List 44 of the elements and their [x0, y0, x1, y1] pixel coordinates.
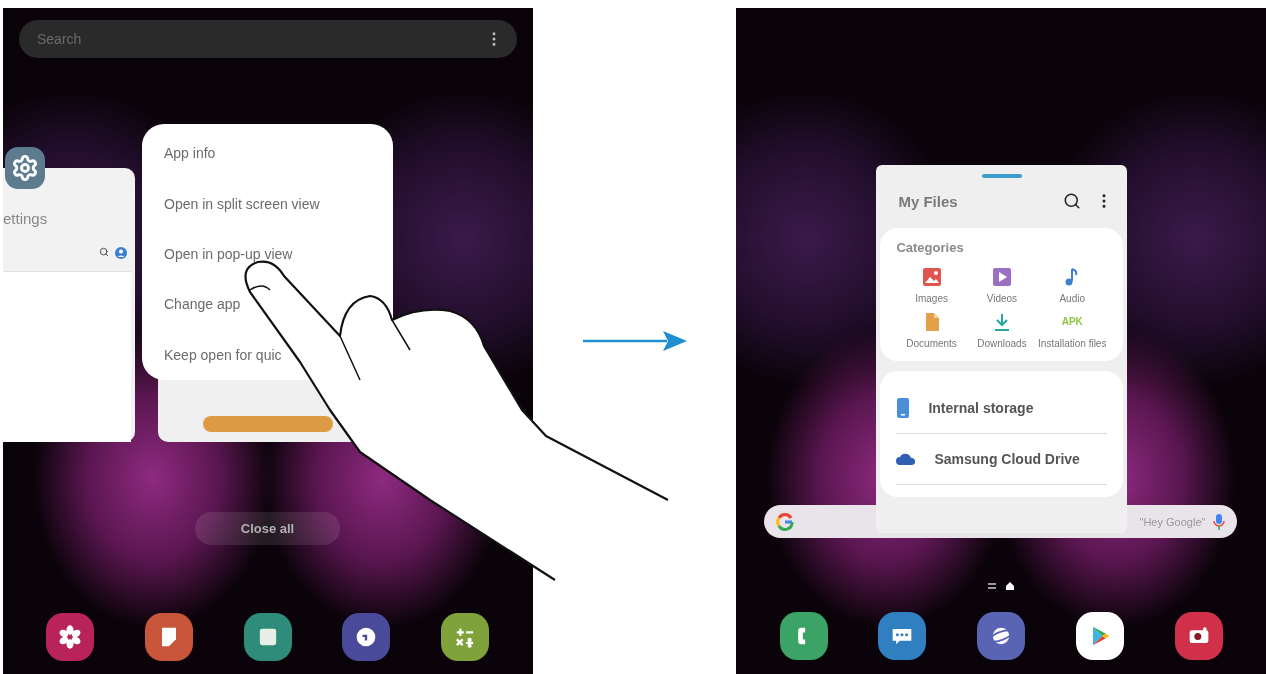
menu-item[interactable]: Change app — [164, 279, 241, 330]
messages-app-icon[interactable] — [878, 612, 927, 660]
microphone-icon[interactable] — [1213, 512, 1226, 531]
menu-item[interactable]: Open in pop-up view — [164, 228, 293, 280]
page-list-icon[interactable] — [988, 582, 997, 590]
category-label[interactable]: Documents — [896, 338, 967, 349]
camera-app-icon[interactable] — [1174, 612, 1223, 660]
settings-gear-icon[interactable] — [5, 147, 45, 189]
menu-item[interactable]: Keep open for quic — [164, 329, 282, 381]
clock-app-icon[interactable] — [342, 613, 391, 661]
category-label[interactable]: Audio — [1037, 293, 1108, 304]
category-label[interactable]: Images — [896, 293, 967, 304]
play-store-icon[interactable] — [1075, 612, 1124, 660]
search-icon[interactable] — [1063, 192, 1082, 210]
calculator-app-icon[interactable] — [441, 613, 490, 661]
window-title: My Files — [898, 192, 959, 210]
close-all-button[interactable]: Close all — [195, 512, 340, 545]
apk-icon: APK — [1061, 312, 1083, 332]
search-icon — [99, 247, 109, 257]
planet-app-icon[interactable] — [977, 612, 1026, 660]
phone-app-icon[interactable] — [779, 612, 828, 660]
calendar-app-icon[interactable] — [243, 613, 292, 661]
cloud-icon — [896, 452, 917, 466]
flower-app-icon[interactable] — [46, 613, 95, 661]
picture-icon — [921, 267, 942, 287]
search-field[interactable]: Search — [19, 20, 517, 58]
app-title: ettings — [3, 210, 48, 227]
menu-item[interactable]: Open in split screen view — [164, 178, 320, 229]
storage-label[interactable]: Internal storage — [928, 400, 1034, 416]
phone-icon — [896, 397, 911, 419]
play-icon — [991, 267, 1012, 287]
notes-app-icon[interactable] — [145, 613, 194, 661]
section-title: Categories — [896, 240, 965, 255]
drag-handle[interactable] — [981, 174, 1022, 178]
category-label[interactable]: Installation files — [1037, 338, 1108, 349]
menu-item[interactable]: App info — [164, 128, 216, 179]
search-hint: "Hey Google" — [1139, 515, 1206, 528]
home-page-icon[interactable] — [1006, 582, 1015, 590]
google-g-icon — [776, 512, 795, 531]
category-label[interactable]: Videos — [966, 293, 1037, 304]
category-label[interactable]: Downloads — [966, 338, 1037, 349]
app-preview-card[interactable]: ettings — [3, 168, 135, 442]
account-icon — [115, 247, 127, 259]
storage-label[interactable]: Samsung Cloud Drive — [934, 451, 1080, 467]
